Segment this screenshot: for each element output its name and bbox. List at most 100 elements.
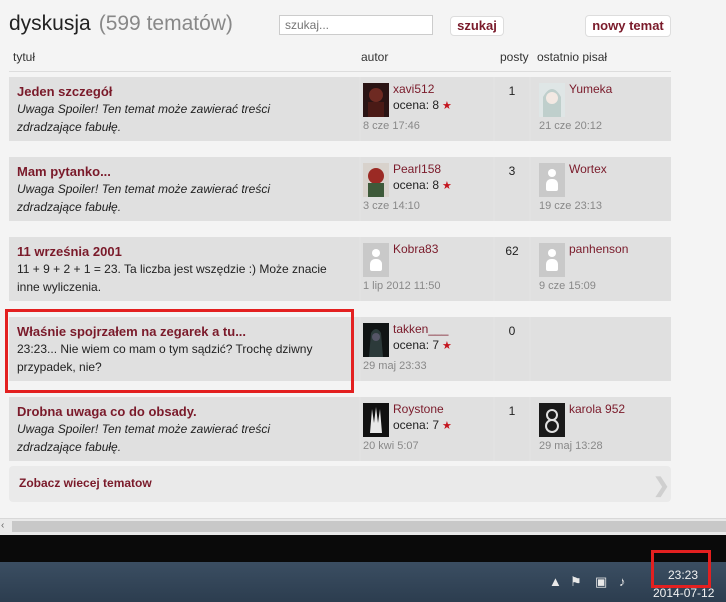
- avatar[interactable]: [363, 83, 389, 117]
- star-icon: ★: [442, 100, 452, 112]
- avatar[interactable]: [363, 403, 389, 437]
- author-rating: ocena: 7 ★: [393, 338, 452, 352]
- avatar[interactable]: [539, 83, 565, 117]
- avatar[interactable]: [363, 323, 389, 357]
- volume-icon[interactable]: ♪: [619, 574, 626, 589]
- table-row: Jeden szczegół Uwaga Spoiler! Ten temat …: [9, 77, 671, 141]
- posts-cell: 0: [495, 317, 529, 381]
- column-header-title[interactable]: tytuł: [13, 50, 35, 64]
- clock-date[interactable]: 2014-07-12: [653, 586, 714, 600]
- author-cell: Pearl158 ocena: 8 ★ 3 cze 14:10: [361, 157, 493, 221]
- author-rating: ocena: 7 ★: [393, 418, 452, 432]
- new-topic-button[interactable]: nowy temat: [585, 15, 671, 37]
- last-post-date: 9 cze 15:09: [539, 280, 596, 292]
- author-cell: Kobra83 1 lip 2012 11:50: [361, 237, 493, 301]
- topic-description: Uwaga Spoiler! Ten temat może zawierać t…: [17, 422, 270, 454]
- default-avatar-icon[interactable]: [363, 243, 389, 277]
- topic-description: 11 + 9 + 2 + 1 = 23. Ta liczba jest wszę…: [17, 262, 327, 294]
- author-cell: takken___ ocena: 7 ★ 29 maj 23:33: [361, 317, 493, 381]
- last-poster-cell: Yumeka 21 cze 20:12: [531, 77, 671, 141]
- table-row: Drobna uwaga co do obsady. Uwaga Spoiler…: [9, 397, 671, 461]
- star-icon: ★: [442, 420, 452, 432]
- topic-title-link[interactable]: Mam pytanko...: [17, 164, 111, 179]
- rating-text: ocena: 8: [393, 98, 440, 112]
- author-link[interactable]: xavi512: [393, 82, 434, 96]
- forum-page: dyskusja(599 tematów) szukaj nowy temat …: [0, 0, 726, 518]
- last-poster-cell: [531, 317, 671, 381]
- title-text: dyskusja: [9, 12, 91, 35]
- author-cell: Roystone ocena: 7 ★ 20 kwi 5:07: [361, 397, 493, 461]
- posts-cell: 1: [495, 77, 529, 141]
- flag-icon[interactable]: ⚑: [570, 574, 582, 590]
- topic-description: Uwaga Spoiler! Ten temat może zawierać t…: [17, 182, 270, 214]
- star-icon: ★: [442, 180, 452, 192]
- column-header-last[interactable]: ostatnio pisał: [537, 50, 607, 64]
- table-row: 11 września 2001 11 + 9 + 2 + 1 = 23. Ta…: [9, 237, 671, 301]
- highlight-box: [5, 309, 354, 393]
- default-avatar-icon[interactable]: [539, 163, 565, 197]
- more-topics-label: Zobacz wiecej tematow: [19, 476, 152, 490]
- post-count: 62: [505, 244, 519, 258]
- posts-cell: 3: [495, 157, 529, 221]
- post-count: 1: [508, 404, 516, 418]
- author-rating: ocena: 8 ★: [393, 178, 452, 192]
- column-header-author[interactable]: autor: [361, 50, 388, 64]
- author-link[interactable]: takken___: [393, 322, 448, 336]
- topic-title-link[interactable]: 11 września 2001: [17, 244, 122, 259]
- title-cell: Jeden szczegół Uwaga Spoiler! Ten temat …: [9, 77, 359, 141]
- post-date: 20 kwi 5:07: [363, 440, 419, 452]
- author-rating: ocena: 8 ★: [393, 98, 452, 112]
- post-date: 1 lip 2012 11:50: [363, 280, 441, 292]
- column-header-posts[interactable]: posty: [500, 50, 529, 64]
- divider: [9, 71, 671, 72]
- last-post-date: 21 cze 20:12: [539, 120, 602, 132]
- chevron-right-icon[interactable]: ❯: [653, 473, 670, 498]
- topic-count: (599 tematów): [98, 12, 233, 35]
- title-cell: Mam pytanko... Uwaga Spoiler! Ten temat …: [9, 157, 359, 221]
- scroll-left-icon[interactable]: ‹: [1, 520, 4, 531]
- post-date: 8 cze 17:46: [363, 120, 420, 132]
- posts-cell: 62: [495, 237, 529, 301]
- scrollbar-thumb[interactable]: [12, 521, 726, 532]
- last-poster-cell: panhenson 9 cze 15:09: [531, 237, 671, 301]
- page-title: dyskusja (599 tematów): [9, 12, 233, 36]
- last-poster-link[interactable]: Wortex: [569, 162, 607, 176]
- author-cell: xavi512 ocena: 8 ★ 8 cze 17:46: [361, 77, 493, 141]
- author-link[interactable]: Roystone: [393, 402, 444, 416]
- network-icon[interactable]: ▣: [595, 574, 607, 590]
- avatar[interactable]: [539, 403, 565, 437]
- last-poster-link[interactable]: panhenson: [569, 242, 628, 256]
- rating-text: ocena: 7: [393, 418, 440, 432]
- last-poster-link[interactable]: karola 952: [569, 402, 625, 416]
- post-date: 29 maj 23:33: [363, 360, 427, 372]
- horizontal-scrollbar[interactable]: ‹: [0, 518, 726, 535]
- tray-arrow-icon[interactable]: ▲: [549, 574, 562, 589]
- table-row: Mam pytanko... Uwaga Spoiler! Ten temat …: [9, 157, 671, 221]
- rating-text: ocena: 7: [393, 338, 440, 352]
- post-count: 0: [508, 324, 516, 338]
- title-cell: 11 września 2001 11 + 9 + 2 + 1 = 23. Ta…: [9, 237, 359, 301]
- author-link[interactable]: Kobra83: [393, 242, 438, 256]
- last-post-date: 19 cze 23:13: [539, 200, 602, 212]
- topic-title-link[interactable]: Jeden szczegół: [17, 84, 112, 99]
- posts-cell: 1: [495, 397, 529, 461]
- last-post-date: 29 maj 13:28: [539, 440, 603, 452]
- search-button[interactable]: szukaj: [450, 16, 504, 36]
- avatar[interactable]: [363, 163, 389, 197]
- last-poster-cell: Wortex 19 cze 23:13: [531, 157, 671, 221]
- highlight-box: [651, 550, 711, 588]
- default-avatar-icon[interactable]: [539, 243, 565, 277]
- last-poster-cell: karola 952 29 maj 13:28: [531, 397, 671, 461]
- topic-title-link[interactable]: Drobna uwaga co do obsady.: [17, 404, 197, 419]
- star-icon: ★: [442, 340, 452, 352]
- post-date: 3 cze 14:10: [363, 200, 420, 212]
- author-link[interactable]: Pearl158: [393, 162, 441, 176]
- title-cell: Drobna uwaga co do obsady. Uwaga Spoiler…: [9, 397, 359, 461]
- topic-description: Uwaga Spoiler! Ten temat może zawierać t…: [17, 102, 270, 134]
- post-count: 3: [508, 164, 516, 178]
- rating-text: ocena: 8: [393, 178, 440, 192]
- last-poster-link[interactable]: Yumeka: [569, 82, 612, 96]
- search-input[interactable]: [279, 15, 433, 35]
- taskbar: ▲ ⚑ ▣ ♪: [0, 562, 726, 602]
- more-topics-link[interactable]: Zobacz wiecej tematow ❯: [9, 466, 671, 502]
